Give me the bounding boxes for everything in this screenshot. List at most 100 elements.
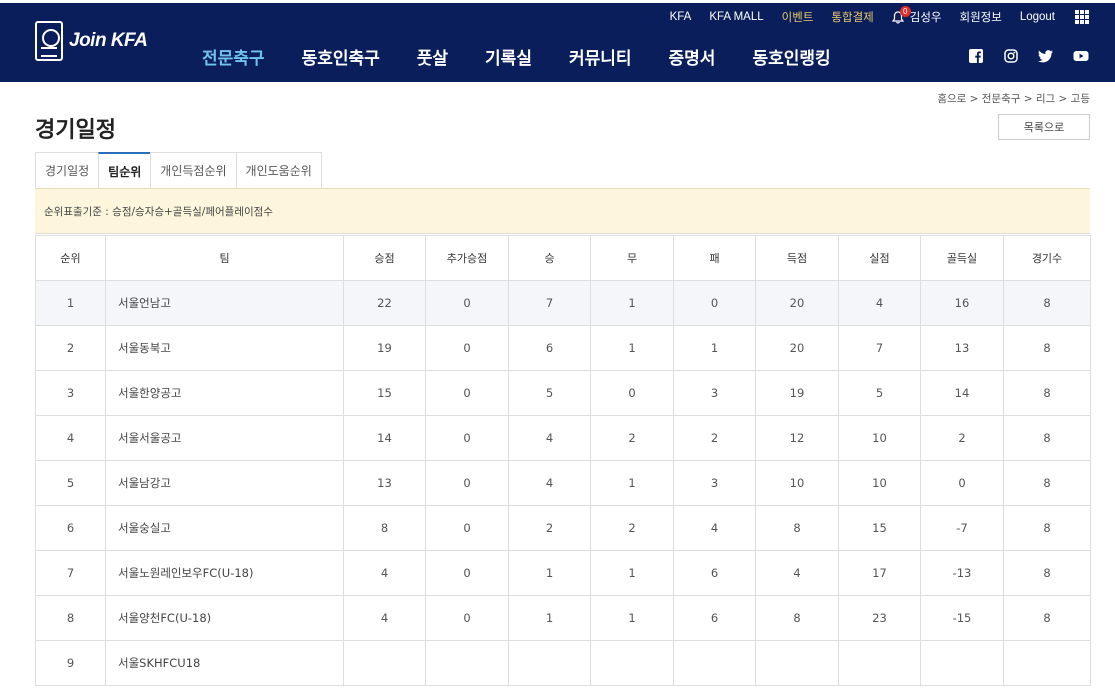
youtube-icon[interactable] xyxy=(1073,48,1089,64)
table-cell: 5 xyxy=(508,370,591,416)
table-cell: -13 xyxy=(920,550,1004,596)
table-cell: 10 xyxy=(838,415,921,461)
all-menu-grid-icon[interactable] xyxy=(1075,10,1089,24)
nav-amateur-ranking[interactable]: 동호인랭킹 xyxy=(752,44,830,69)
twitter-icon[interactable] xyxy=(1038,48,1054,64)
tab-bar: 경기일정 팀순위 개인득점순위 개인도움순위 xyxy=(35,152,322,188)
table-cell xyxy=(920,640,1004,686)
nav-records[interactable]: 기록실 xyxy=(485,44,532,69)
team-name-cell[interactable]: 서울한양공고 xyxy=(105,370,344,416)
table-cell: 8 xyxy=(1003,415,1091,461)
table-cell: 15 xyxy=(343,370,426,416)
table-cell: 17 xyxy=(838,550,921,596)
team-name-cell[interactable]: 서울언남고 xyxy=(105,280,344,326)
table-cell: 10 xyxy=(755,460,839,506)
table-cell: 4 xyxy=(35,415,106,461)
table-cell: 0 xyxy=(425,460,509,506)
table-cell: 1 xyxy=(590,460,674,506)
table-cell: 7 xyxy=(35,550,106,596)
breadcrumb: 홈으로 > 전문축구 > 리그 > 고등 xyxy=(937,93,1090,105)
table-cell: 2 xyxy=(590,505,674,551)
team-ranking-table: 순위 팀 승점 추가승점 승 무 패 득점 실점 골득실 경기수 1 서울언남고 22 0 7 1 0 20 4 16… xyxy=(35,235,1091,686)
table-cell: 8 xyxy=(1003,370,1091,416)
table-cell: 13 xyxy=(343,460,426,506)
member-info-link[interactable]: 회원정보 xyxy=(959,9,1001,25)
table-cell: 0 xyxy=(425,280,509,326)
tab-assist-ranking[interactable]: 개인도움순위 xyxy=(235,152,322,188)
table-cell: 8 xyxy=(755,505,839,551)
table-cell: 5 xyxy=(35,460,106,506)
column-header: 순위 xyxy=(35,235,106,281)
facebook-icon[interactable] xyxy=(968,48,984,64)
payment-link[interactable]: 통합결제 xyxy=(831,9,873,25)
table-cell: 12 xyxy=(755,415,839,461)
kfa-logo[interactable]: Join KFA xyxy=(35,21,148,61)
table-cell: 19 xyxy=(755,370,839,416)
kfa-mall-link[interactable]: KFA MALL xyxy=(709,11,763,23)
table-cell: 3 xyxy=(673,370,756,416)
table-row: 8 서울양천FC(U-18) 4 0 1 1 6 8 23 -15 8 xyxy=(35,595,1091,641)
table-cell: 3 xyxy=(35,370,106,416)
table-cell: 4 xyxy=(343,550,426,596)
nav-futsal[interactable]: 풋살 xyxy=(417,44,448,69)
table-cell xyxy=(508,640,591,686)
table-cell: 8 xyxy=(1003,550,1091,596)
table-cell xyxy=(838,640,921,686)
table-cell xyxy=(1003,640,1091,686)
table-row: 3 서울한양공고 15 0 5 0 3 19 5 14 8 xyxy=(35,370,1091,416)
notification-count-badge: 0 xyxy=(899,5,911,17)
table-cell: -7 xyxy=(920,505,1004,551)
table-cell: 6 xyxy=(673,595,756,641)
logout-link[interactable]: Logout xyxy=(1020,11,1055,23)
table-cell: 14 xyxy=(920,370,1004,416)
table-cell xyxy=(755,640,839,686)
tab-team-ranking[interactable]: 팀순위 xyxy=(98,152,152,188)
tab-scorer-ranking[interactable]: 개인득점순위 xyxy=(150,152,237,188)
team-name-cell[interactable]: 서울동북고 xyxy=(105,325,344,371)
team-name-cell[interactable]: 서울양천FC(U-18) xyxy=(105,595,344,641)
table-cell: 8 xyxy=(343,505,426,551)
nav-certificate[interactable]: 증명서 xyxy=(669,44,716,69)
kfa-link[interactable]: KFA xyxy=(670,11,692,23)
table-cell: 1 xyxy=(673,325,756,371)
instagram-icon[interactable] xyxy=(1003,48,1019,64)
table-cell: 4 xyxy=(755,550,839,596)
table-cell: 4 xyxy=(673,505,756,551)
team-name-cell[interactable]: 서울남강고 xyxy=(105,460,344,506)
table-cell: 0 xyxy=(425,505,509,551)
table-cell xyxy=(343,640,426,686)
nav-community[interactable]: 커뮤니티 xyxy=(569,44,632,69)
sns-links xyxy=(949,48,1089,64)
table-cell: 1 xyxy=(508,595,591,641)
table-cell: 2 xyxy=(508,505,591,551)
team-name-cell[interactable]: 서울SKHFCU18 xyxy=(105,640,344,686)
team-name-cell[interactable]: 서울노원레인보우FC(U-18) xyxy=(105,550,344,596)
table-cell: 0 xyxy=(920,460,1004,506)
event-link[interactable]: 이벤트 xyxy=(782,9,814,25)
team-name-cell[interactable]: 서울서울공고 xyxy=(105,415,344,461)
table-cell: 0 xyxy=(425,370,509,416)
team-name-cell[interactable]: 서울숭실고 xyxy=(105,505,344,551)
table-cell: 2 xyxy=(590,415,674,461)
table-cell xyxy=(673,640,756,686)
nav-amateur-football[interactable]: 동호인축구 xyxy=(302,44,380,69)
main-nav: 전문축구 동호인축구 풋살 기록실 커뮤니티 증명서 동호인랭킹 xyxy=(202,44,868,69)
back-to-list-button[interactable]: 목록으로 xyxy=(998,114,1090,140)
table-cell xyxy=(590,640,674,686)
site-header: Join KFA KFA KFA MALL 이벤트 통합결제 0 김성우 회원정… xyxy=(0,3,1115,82)
table-cell: 1 xyxy=(590,550,674,596)
table-row: 5 서울남강고 13 0 4 1 3 10 10 0 8 xyxy=(35,460,1091,506)
nav-pro-football[interactable]: 전문축구 xyxy=(202,44,265,69)
table-cell: 0 xyxy=(590,370,674,416)
table-cell: 0 xyxy=(425,325,509,371)
table-cell: 4 xyxy=(343,595,426,641)
notification-bell-icon[interactable]: 0 xyxy=(891,5,911,24)
column-header: 팀 xyxy=(105,235,344,281)
table-cell: 8 xyxy=(1003,460,1091,506)
table-cell: 4 xyxy=(508,415,591,461)
table-cell: 4 xyxy=(508,460,591,506)
table-cell: 8 xyxy=(1003,325,1091,371)
table-cell: 16 xyxy=(920,280,1004,326)
tab-match-schedule[interactable]: 경기일정 xyxy=(35,152,100,188)
table-cell: 8 xyxy=(1003,505,1091,551)
